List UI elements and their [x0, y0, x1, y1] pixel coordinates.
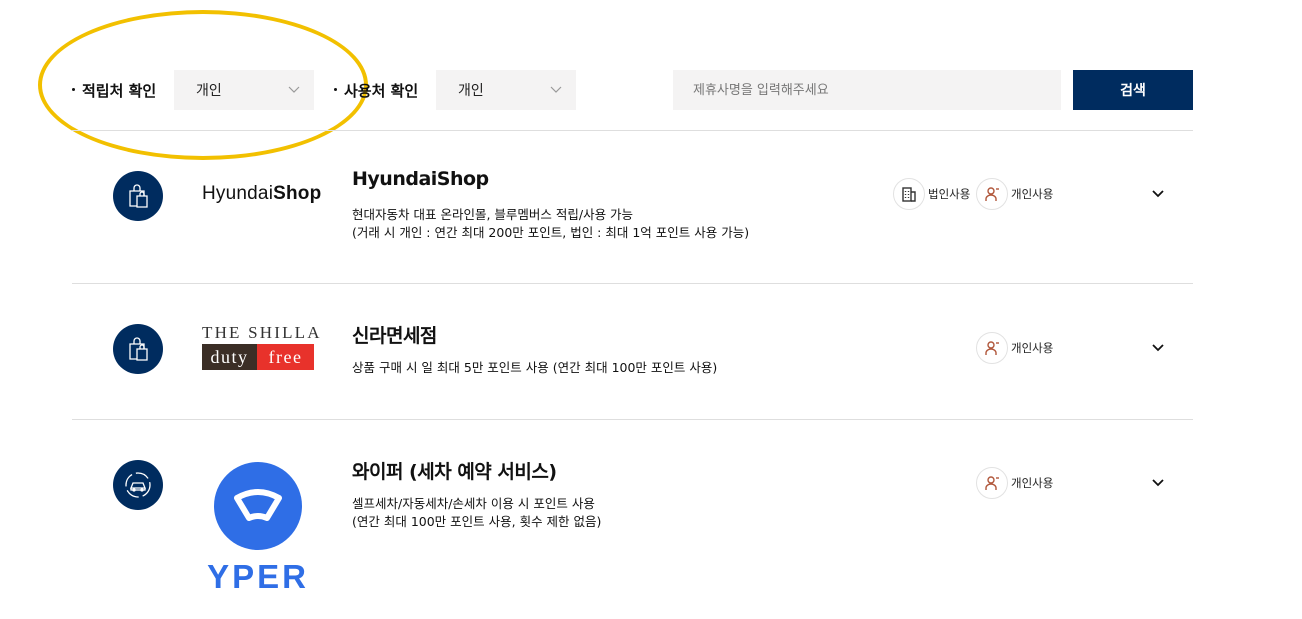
shopping-bag-icon [113, 324, 163, 374]
chevron-down-icon[interactable] [1150, 475, 1166, 491]
use-filter-select[interactable]: 개인 [436, 70, 576, 110]
partner-name: HyundaiShop [352, 168, 489, 190]
building-icon [893, 178, 925, 210]
earn-filter-value: 개인 [196, 83, 222, 99]
usage-badge-personal: 개인사용 [976, 332, 1053, 364]
person-icon [976, 332, 1008, 364]
person-icon [976, 178, 1008, 210]
earn-filter-label: 적립처 확인 [72, 80, 156, 101]
use-filter-label: 사용처 확인 [334, 80, 418, 101]
partner-description: 현대자동차 대표 온라인몰, 블루멤버스 적립/사용 가능 (거래 시 개인 :… [352, 207, 750, 240]
chevron-down-icon[interactable] [1150, 186, 1166, 202]
usage-badge-personal: 개인사용 [976, 178, 1053, 210]
usage-badge-personal: 개인사용 [976, 467, 1053, 499]
hyundaishop-logo: HyundaiShop [202, 183, 322, 204]
person-icon [976, 467, 1008, 499]
divider [72, 419, 1193, 420]
bullet-icon [72, 88, 75, 91]
partner-description: 셀프세차/자동세차/손세차 이용 시 포인트 사용 (연간 최대 100만 포인… [352, 496, 602, 529]
divider [72, 130, 1193, 131]
shilla-dutyfree-logo: THE SHILLA duty free [202, 322, 320, 370]
car-wash-icon [113, 460, 163, 510]
usage-badge-corporate: 법인사용 [893, 178, 970, 210]
chevron-down-icon[interactable] [1150, 340, 1166, 356]
earn-filter-select[interactable]: 개인 [174, 70, 314, 110]
partner-name: 신라면세점 [352, 325, 437, 347]
use-filter-value: 개인 [458, 83, 484, 99]
chevron-down-icon [288, 86, 300, 93]
partner-name: 와이퍼 (세차 예약 서비스) [352, 461, 557, 483]
chevron-down-icon [550, 86, 562, 93]
divider [72, 283, 1193, 284]
bullet-icon [334, 88, 337, 91]
partner-description: 상품 구매 시 일 최대 5만 포인트 사용 (연간 최대 100만 포인트 사… [352, 360, 718, 375]
shopping-bag-icon [113, 171, 163, 221]
partner-search-input[interactable] [673, 70, 1061, 110]
search-button[interactable]: 검색 [1073, 70, 1193, 110]
wyper-logo: YPER [200, 462, 316, 594]
wiper-icon [214, 462, 302, 550]
